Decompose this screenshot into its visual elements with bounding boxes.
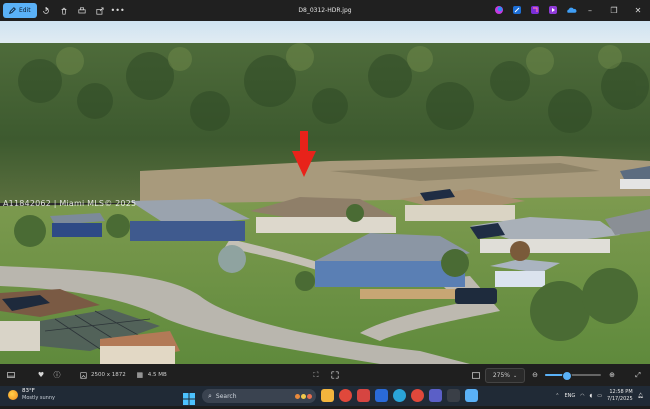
minimize-button[interactable]: – <box>578 0 602 21</box>
system-tray: ⌃ ENG ◠ ◖ ▭ 12:58 PM 7/17/2025 🔔︎ <box>555 386 650 406</box>
edge-icon[interactable] <box>393 389 406 402</box>
share-icon[interactable] <box>91 3 109 18</box>
filmstrip-icon[interactable] <box>3 367 19 383</box>
zoom-slider-thumb[interactable] <box>562 371 573 381</box>
status-bar: ♥ ⓘ 2500 x 1872 ▦ 4.5 MB ⛶ 275% ⌄ ⊖ ⊕ ⤢ <box>0 364 650 386</box>
zoom-out-icon[interactable]: ⊖ <box>527 367 543 383</box>
image-dimensions-icon <box>75 367 91 383</box>
clock[interactable]: 12:58 PM 7/17/2025 <box>607 389 633 403</box>
designer-icon[interactable] <box>510 3 524 17</box>
battery-icon[interactable]: ▭ <box>597 393 602 399</box>
edit-button[interactable]: Edit <box>3 3 37 18</box>
sun-icon <box>8 390 18 400</box>
print-icon[interactable] <box>73 3 91 18</box>
zoom-dropdown[interactable]: 275% ⌄ <box>485 368 525 383</box>
weather-widget[interactable]: 83°F Mostly sunny <box>8 388 55 402</box>
photos-icon[interactable] <box>465 389 478 402</box>
photo-viewer[interactable]: A11842062 | Miami MLS© 2025 <box>0 21 650 364</box>
teams-icon[interactable] <box>429 389 442 402</box>
taskbar: 83°F Mostly sunny ⌕ Search ⌃ ENG ◠ ◖ ▭ 1… <box>0 386 650 406</box>
notification-bell-icon[interactable]: 🔔︎ <box>638 393 644 399</box>
chevron-up-icon[interactable]: ⌃ <box>555 393 559 399</box>
store-icon[interactable] <box>447 389 460 402</box>
clock-time: 12:58 PM <box>609 389 633 395</box>
mls-watermark: A11842062 | Miami MLS© 2025 <box>3 199 137 208</box>
taskbar-search[interactable]: ⌕ Search <box>202 389 316 403</box>
aerial-photo <box>0 21 650 364</box>
image-dimensions: 2500 x 1872 <box>91 372 126 378</box>
more-options-icon[interactable]: ••• <box>109 3 127 18</box>
video-editor-icon[interactable] <box>546 3 560 17</box>
rotate-icon[interactable] <box>37 3 55 18</box>
volume-icon[interactable]: ◖ <box>590 393 593 399</box>
outlook-icon[interactable] <box>375 389 388 402</box>
title-bar: Edit ••• D8_0312-HDR.jpg – ❐ ✕ <box>0 0 650 21</box>
chevron-down-icon: ⌄ <box>512 372 518 379</box>
fit-to-window-icon[interactable] <box>468 367 484 383</box>
file-size: 4.5 MB <box>147 372 167 378</box>
weather-condition: Mostly sunny <box>22 395 55 401</box>
onedrive-icon[interactable] <box>564 3 578 17</box>
windows-start-icon[interactable] <box>183 390 195 405</box>
parked-car <box>455 288 497 304</box>
weather-temperature: 83°F <box>22 388 35 394</box>
screen-capture-icon[interactable]: ⛶ <box>308 367 324 383</box>
file-explorer-icon[interactable] <box>321 389 334 402</box>
favorite-heart-icon[interactable]: ♥ <box>33 367 49 383</box>
house-blue-left <box>50 213 105 237</box>
zoom-in-icon[interactable]: ⊕ <box>604 367 620 383</box>
edit-label: Edit <box>19 7 31 14</box>
zoom-value: 275% <box>492 372 510 379</box>
compare-icon[interactable] <box>327 367 343 383</box>
chrome-profile-icon[interactable] <box>411 389 424 402</box>
wifi-icon[interactable]: ◠ <box>580 393 584 399</box>
clock-date: 7/17/2025 <box>607 396 633 402</box>
info-icon[interactable]: ⓘ <box>49 367 65 383</box>
search-highlight-icon <box>295 393 312 399</box>
delete-icon[interactable] <box>55 3 73 18</box>
chrome-icon[interactable] <box>339 389 352 402</box>
search-placeholder: Search <box>215 392 237 400</box>
zoom-slider[interactable] <box>545 371 601 381</box>
clipchamp-icon[interactable] <box>528 3 542 17</box>
search-icon: ⌕ <box>208 391 212 400</box>
close-button[interactable]: ✕ <box>626 0 650 21</box>
edit-icon <box>9 7 16 14</box>
office-icon[interactable] <box>357 389 370 402</box>
file-size-icon: ▦ <box>136 371 144 379</box>
copilot-icon[interactable] <box>492 3 506 17</box>
fullscreen-icon[interactable]: ⤢ <box>630 367 646 383</box>
language-indicator[interactable]: ENG <box>564 393 575 399</box>
maximize-button[interactable]: ❐ <box>602 0 626 21</box>
